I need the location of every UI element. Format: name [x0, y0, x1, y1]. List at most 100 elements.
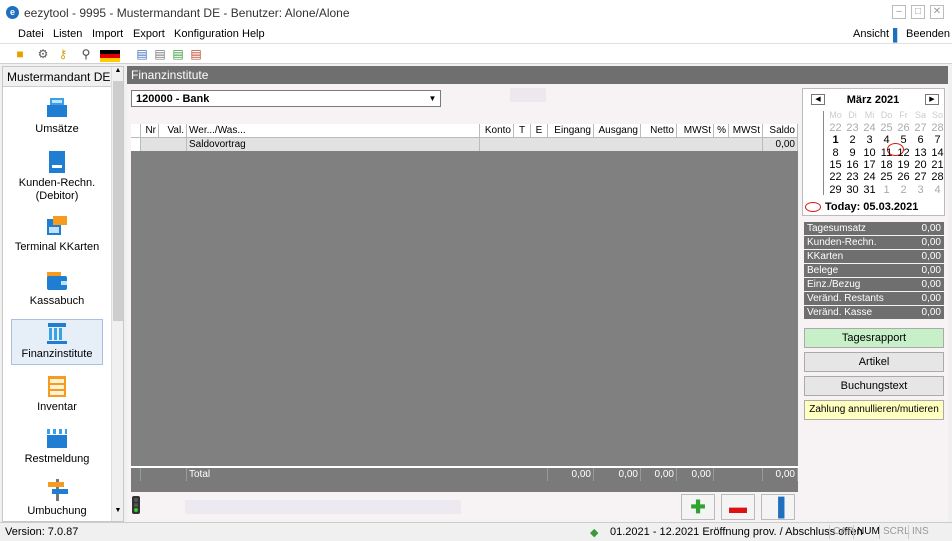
exit-button[interactable]: ▐: [761, 494, 795, 520]
folder-icon[interactable]: ■: [12, 46, 28, 62]
cal-day[interactable]: 28: [929, 122, 946, 135]
col-val[interactable]: Val.: [159, 124, 187, 138]
cal-next-icon[interactable]: ▶: [925, 94, 939, 105]
cal-day[interactable]: 26: [895, 122, 912, 135]
cal-day[interactable]: 1: [827, 134, 844, 147]
menu-help[interactable]: Help: [242, 28, 265, 40]
scroll-up-icon[interactable]: ▲: [113, 67, 123, 79]
col-percent[interactable]: %: [714, 124, 729, 138]
zahlung-button[interactable]: Zahlung annullieren/mutieren: [804, 400, 944, 420]
table-cell[interactable]: Saldovortrag: [187, 138, 480, 151]
cal-day[interactable]: 21: [929, 159, 946, 172]
cal-day[interactable]: 25: [878, 122, 895, 135]
sidebar-item-umsaetze[interactable]: Umsätze: [11, 95, 103, 141]
cal-prev-icon[interactable]: ◀: [811, 94, 825, 105]
menu-export[interactable]: Export: [133, 28, 165, 40]
sidebar-item-terminal-kkarten[interactable]: Terminal KKarten: [11, 213, 103, 259]
gear-icon[interactable]: ⚙: [35, 46, 51, 62]
table-cell[interactable]: 0,00: [763, 138, 798, 151]
cal-day[interactable]: 12: [895, 147, 912, 160]
cal-day[interactable]: 4: [878, 134, 895, 147]
sidebar-item-kassabuch[interactable]: Kassabuch: [11, 267, 103, 313]
cal-day[interactable]: 23: [844, 171, 861, 184]
sidebar-scrollbar[interactable]: ▲ ▼: [111, 67, 123, 521]
col-ausgang[interactable]: Ausgang: [594, 124, 641, 138]
cal-day[interactable]: 25: [878, 171, 895, 184]
booking-grid[interactable]: Nr Val. Wer.../Was... Konto T E Eingang …: [131, 124, 798, 492]
cal-day[interactable]: 16: [844, 159, 861, 172]
cal-day[interactable]: 17: [861, 159, 878, 172]
menu-datei[interactable]: Datei: [18, 28, 44, 40]
cal-day[interactable]: 15: [827, 159, 844, 172]
cal-day[interactable]: 28: [929, 171, 946, 184]
cal-day[interactable]: 18: [878, 159, 895, 172]
col-e[interactable]: E: [531, 124, 548, 138]
menu-konfiguration[interactable]: Konfiguration: [174, 28, 239, 40]
doc-green-icon[interactable]: ▤: [170, 46, 186, 62]
beenden-button[interactable]: Beenden: [906, 28, 950, 40]
cal-day[interactable]: 8: [827, 147, 844, 160]
col-t[interactable]: T: [514, 124, 531, 138]
cal-day[interactable]: 26: [895, 171, 912, 184]
cal-day[interactable]: 24: [861, 171, 878, 184]
scroll-thumb[interactable]: [113, 81, 123, 321]
ansicht-menu[interactable]: Ansicht: [853, 28, 889, 40]
add-button[interactable]: ✚: [681, 494, 715, 520]
sidebar-item-finanzinstitute[interactable]: Finanzinstitute: [11, 319, 103, 365]
cal-day[interactable]: 27: [912, 122, 929, 135]
sidebar-item-kunden-rechn[interactable]: Kunden-Rechn. (Debitor): [11, 149, 103, 205]
doc-blue-icon[interactable]: ▤: [134, 46, 150, 62]
cal-day[interactable]: 20: [912, 159, 929, 172]
cal-day[interactable]: 22: [827, 171, 844, 184]
delete-button[interactable]: ▬: [721, 494, 755, 520]
cal-day[interactable]: 24: [861, 122, 878, 135]
cal-day[interactable]: 19: [895, 159, 912, 172]
minimize-icon[interactable]: –: [892, 5, 906, 19]
doc-red-icon[interactable]: ▤: [188, 46, 204, 62]
buchungstext-button[interactable]: Buchungstext: [804, 376, 944, 396]
cal-day[interactable]: 14: [929, 147, 946, 160]
cal-day[interactable]: 23: [844, 122, 861, 135]
cal-day[interactable]: 9: [844, 147, 861, 160]
cal-day[interactable]: 4: [929, 184, 946, 197]
col-wer-was[interactable]: Wer.../Was...: [187, 124, 480, 138]
cal-day[interactable]: 31: [861, 184, 878, 197]
col-konto[interactable]: Konto: [480, 124, 514, 138]
cal-day[interactable]: 3: [912, 184, 929, 197]
col-mwst-2[interactable]: MWSt: [729, 124, 763, 138]
sidebar-item-restmeldung[interactable]: Restmeldung: [11, 425, 103, 471]
cal-day[interactable]: 6: [912, 134, 929, 147]
col-saldo[interactable]: Saldo: [763, 124, 798, 138]
chevron-down-icon[interactable]: ▼: [427, 93, 438, 104]
cal-day[interactable]: 29: [827, 184, 844, 197]
col-mwst[interactable]: MWSt: [677, 124, 714, 138]
menu-import[interactable]: Import: [92, 28, 123, 40]
cal-day[interactable]: 10: [861, 147, 878, 160]
doc-gray-icon[interactable]: ▤: [152, 46, 168, 62]
cal-day[interactable]: 22: [827, 122, 844, 135]
col-nr[interactable]: Nr: [141, 124, 159, 138]
key-icon[interactable]: ⚷: [55, 46, 71, 62]
col-eingang[interactable]: Eingang: [548, 124, 594, 138]
close-icon[interactable]: ✕: [930, 5, 944, 19]
cal-day[interactable]: 30: [844, 184, 861, 197]
artikel-button[interactable]: Artikel: [804, 352, 944, 372]
cal-day[interactable]: 13: [912, 147, 929, 160]
menu-listen[interactable]: Listen: [53, 28, 82, 40]
row-selector[interactable]: [131, 138, 141, 151]
flag-de-icon[interactable]: [100, 46, 120, 62]
cal-day[interactable]: 3: [861, 134, 878, 147]
sidebar-item-umbuchung[interactable]: Umbuchung: [11, 477, 103, 523]
cal-day[interactable]: 27: [912, 171, 929, 184]
scroll-down-icon[interactable]: ▼: [113, 507, 123, 519]
cal-day[interactable]: 7: [929, 134, 946, 147]
sidebar-item-inventar[interactable]: Inventar: [11, 373, 103, 419]
cal-day[interactable]: 1: [878, 184, 895, 197]
col-netto[interactable]: Netto: [641, 124, 677, 138]
maximize-icon[interactable]: □: [911, 5, 925, 19]
bank-select[interactable]: 120000 - Bank ▼: [131, 90, 441, 107]
cal-day[interactable]: 2: [895, 184, 912, 197]
cal-day[interactable]: 2: [844, 134, 861, 147]
search-icon[interactable]: ⚲: [78, 46, 94, 62]
tagesrapport-button[interactable]: Tagesrapport: [804, 328, 944, 348]
